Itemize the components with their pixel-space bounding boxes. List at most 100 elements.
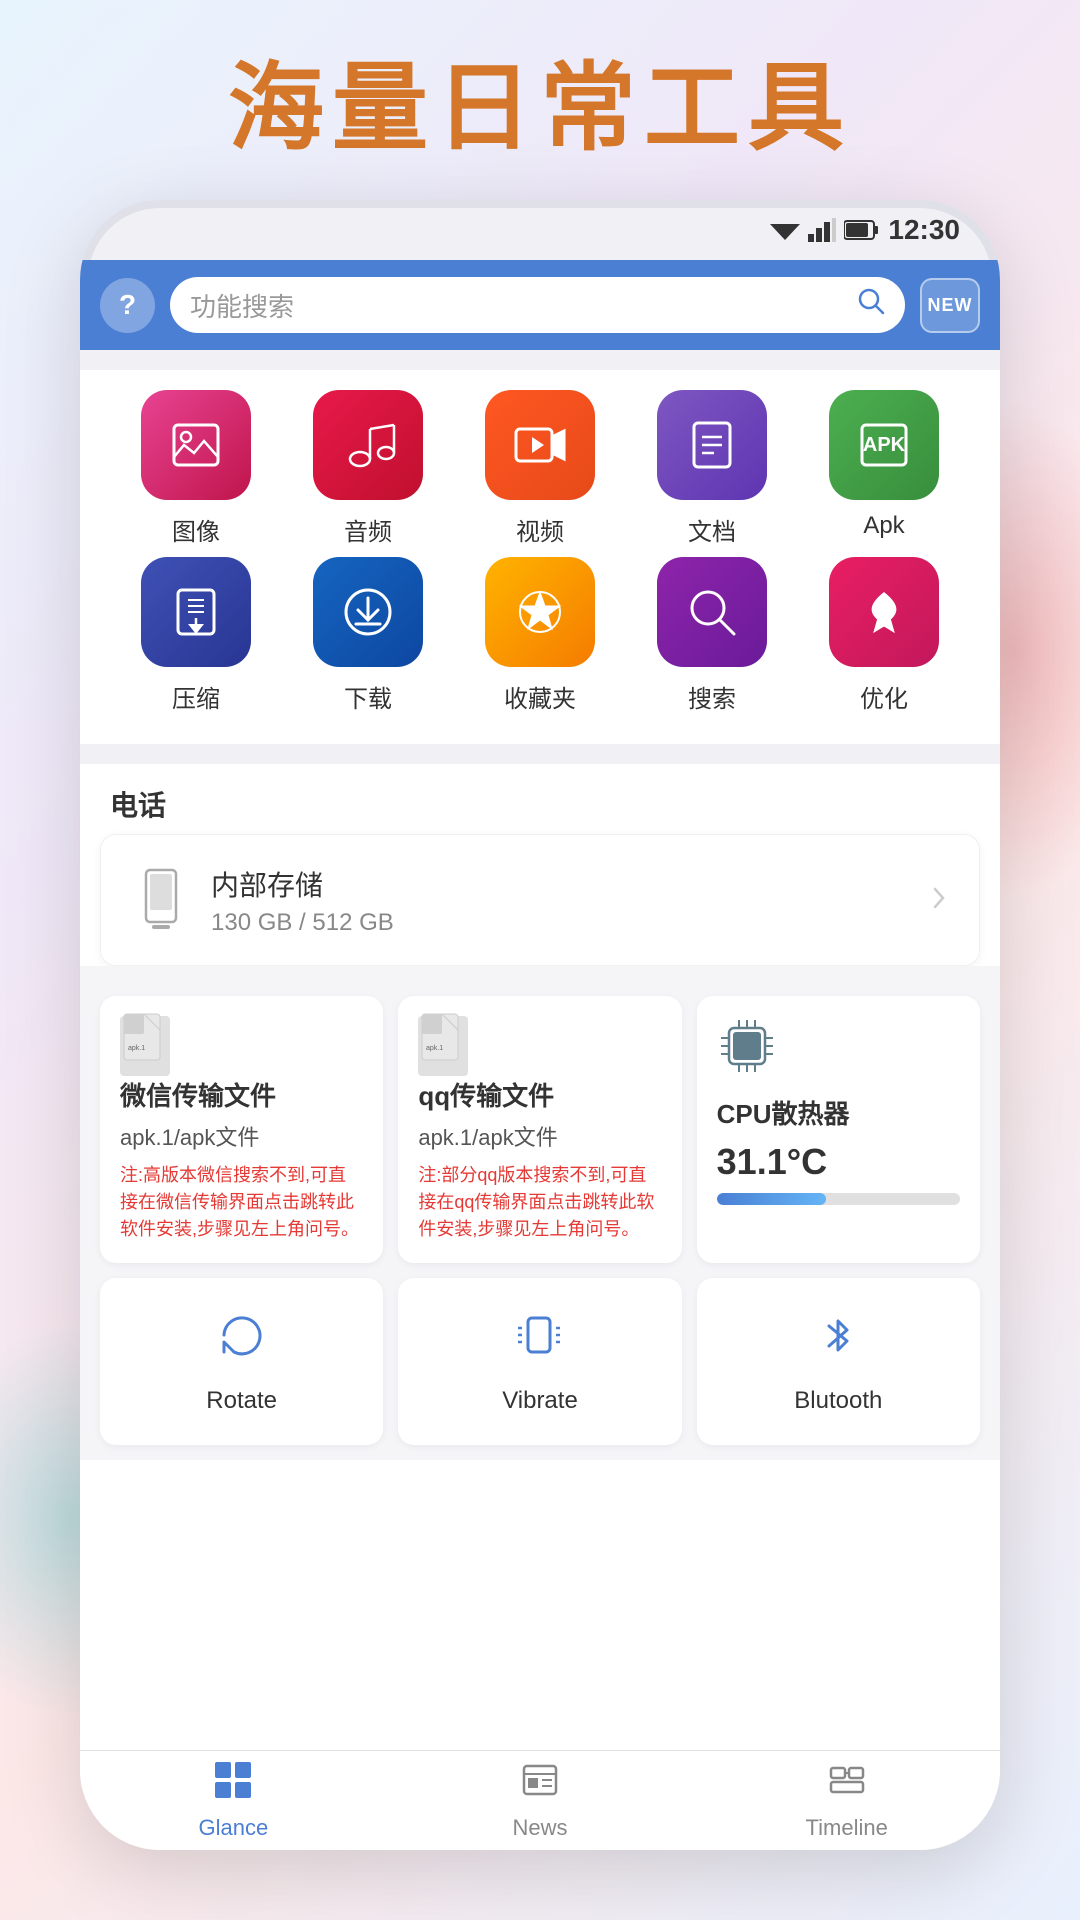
app-label-doc: 文档 [688, 512, 736, 547]
search-bar[interactable]: 功能搜索 [170, 277, 905, 333]
app-icon-video [485, 390, 595, 500]
app-item-doc[interactable]: 文档 [642, 390, 782, 547]
glance-icon [213, 1760, 253, 1809]
cpu-title: CPU散热器 [717, 1094, 960, 1131]
status-bar: 12:30 [80, 200, 1000, 260]
wechat-file-icon: apk.1 [120, 1016, 170, 1076]
widget-qq-card[interactable]: apk.1 qq传输文件 apk.1/apk文件 注:部分qq版本搜索不到,可直… [398, 996, 681, 1263]
storage-info: 内部存储 130 GB / 512 GB [211, 864, 909, 937]
timeline-label: Timeline [806, 1815, 888, 1841]
status-time: 12:30 [888, 214, 960, 246]
app-row-2: 压缩 下载 [110, 557, 970, 714]
app-label-apk: Apk [863, 512, 904, 540]
scroll-content[interactable]: 图像 音频 [80, 350, 1000, 1750]
svg-text:apk.1: apk.1 [128, 1045, 145, 1052]
app-item-search[interactable]: 搜索 [642, 557, 782, 714]
section-phone-header: 电话 [80, 764, 1000, 834]
qq-title: qq传输文件 [418, 1076, 661, 1113]
app-icon-search [657, 557, 767, 667]
qq-file-label: apk.1/apk文件 [418, 1123, 661, 1154]
storage-size: 130 GB / 512 GB [211, 909, 909, 937]
nav-item-news[interactable]: News [387, 1751, 694, 1850]
vibrate-icon [512, 1308, 567, 1375]
widget-wechat-card[interactable]: apk.1 微信传输文件 apk.1/apk文件 注:高版本微信搜索不到,可直接… [100, 996, 383, 1263]
tool-vibrate-card[interactable]: Vibrate [398, 1278, 681, 1445]
separator-top [80, 350, 1000, 370]
news-label: News [513, 1815, 568, 1841]
app-item-audio[interactable]: 音频 [298, 390, 438, 547]
app-item-optimize[interactable]: 优化 [814, 557, 954, 714]
app-icon-apk: APK [829, 390, 939, 500]
rotate-icon [214, 1308, 269, 1375]
app-item-compress[interactable]: 压缩 [126, 557, 266, 714]
app-icon-optimize [829, 557, 939, 667]
search-placeholder: 功能搜索 [190, 287, 847, 324]
app-icon-compress [141, 557, 251, 667]
app-label-audio: 音频 [344, 512, 392, 547]
news-icon [520, 1760, 560, 1809]
app-grid: 图像 音频 [80, 370, 1000, 744]
cpu-bar-fill [717, 1193, 826, 1205]
app-item-download[interactable]: 下载 [298, 557, 438, 714]
separator-2 [80, 744, 1000, 764]
app-label-search: 搜索 [688, 679, 736, 714]
app-label-video: 视频 [516, 512, 564, 547]
tool-bluetooth-card[interactable]: Blutooth [697, 1278, 980, 1445]
bottom-nav: Glance News [80, 1750, 1000, 1850]
timeline-icon [827, 1760, 867, 1809]
separator-3 [80, 966, 1000, 981]
storage-title: 内部存储 [211, 864, 909, 904]
new-badge[interactable]: NEW [920, 278, 980, 333]
status-icons: 12:30 [770, 214, 960, 246]
app-row-1: 图像 音频 [110, 390, 970, 547]
app-label-optimize: 优化 [860, 679, 908, 714]
rotate-label: Rotate [206, 1387, 277, 1415]
page-title: 海量日常工具 [0, 30, 1080, 169]
svg-text:APK: APK [863, 434, 906, 456]
app-screen: ? 功能搜索 NEW [80, 260, 1000, 1850]
top-bar: ? 功能搜索 NEW [80, 260, 1000, 350]
wifi-icon [770, 218, 800, 242]
app-item-apk[interactable]: APK Apk [814, 390, 954, 547]
phone-frame: 12:30 ? 功能搜索 NEW [80, 200, 1000, 1850]
wechat-file-label: apk.1/apk文件 [120, 1123, 363, 1154]
app-icon-audio [313, 390, 423, 500]
app-icon-download [313, 557, 423, 667]
nav-item-timeline[interactable]: Timeline [693, 1751, 1000, 1850]
qq-note: 注:部分qq版本搜索不到,可直接在qq传输界面点击跳转此软件安装,步骤见左上角问… [418, 1162, 661, 1243]
tools-row: Rotate Vibrate [80, 1278, 1000, 1460]
widget-cpu-card[interactable]: CPU散热器 31.1°C [697, 996, 980, 1263]
app-item-favorite[interactable]: 收藏夹 [470, 557, 610, 714]
svg-text:apk.1: apk.1 [426, 1045, 443, 1052]
cpu-icon [717, 1016, 960, 1088]
wechat-title: 微信传输文件 [120, 1076, 363, 1113]
nav-item-glance[interactable]: Glance [80, 1751, 387, 1850]
app-label-favorite: 收藏夹 [504, 679, 576, 714]
storage-device-icon [131, 860, 191, 940]
cpu-temp: 31.1°C [717, 1141, 960, 1183]
app-label-image: 图像 [172, 512, 220, 547]
glance-label: Glance [198, 1815, 268, 1841]
app-item-video[interactable]: 视频 [470, 390, 610, 547]
app-label-download: 下载 [344, 679, 392, 714]
vibrate-label: Vibrate [502, 1387, 578, 1415]
battery-icon [844, 218, 880, 242]
bluetooth-label: Blutooth [794, 1387, 882, 1415]
search-icon[interactable] [857, 287, 885, 323]
help-button[interactable]: ? [100, 278, 155, 333]
signal-icon [808, 218, 836, 242]
wechat-note: 注:高版本微信搜索不到,可直接在微信传输界面点击跳转此软件安装,步骤见左上角问号… [120, 1162, 363, 1243]
app-icon-doc [657, 390, 767, 500]
app-icon-favorite [485, 557, 595, 667]
cpu-bar-bg [717, 1193, 960, 1205]
new-badge-label: NEW [928, 295, 973, 316]
tool-rotate-card[interactable]: Rotate [100, 1278, 383, 1445]
widget-row: apk.1 微信传输文件 apk.1/apk文件 注:高版本微信搜索不到,可直接… [80, 981, 1000, 1278]
storage-card[interactable]: 内部存储 130 GB / 512 GB [100, 834, 980, 966]
app-item-image[interactable]: 图像 [126, 390, 266, 547]
app-label-compress: 压缩 [172, 679, 220, 714]
bluetooth-icon [811, 1308, 866, 1375]
storage-chevron-icon [929, 883, 949, 918]
bottom-spacer [80, 1460, 1000, 1480]
qq-file-icon: apk.1 [418, 1016, 468, 1076]
